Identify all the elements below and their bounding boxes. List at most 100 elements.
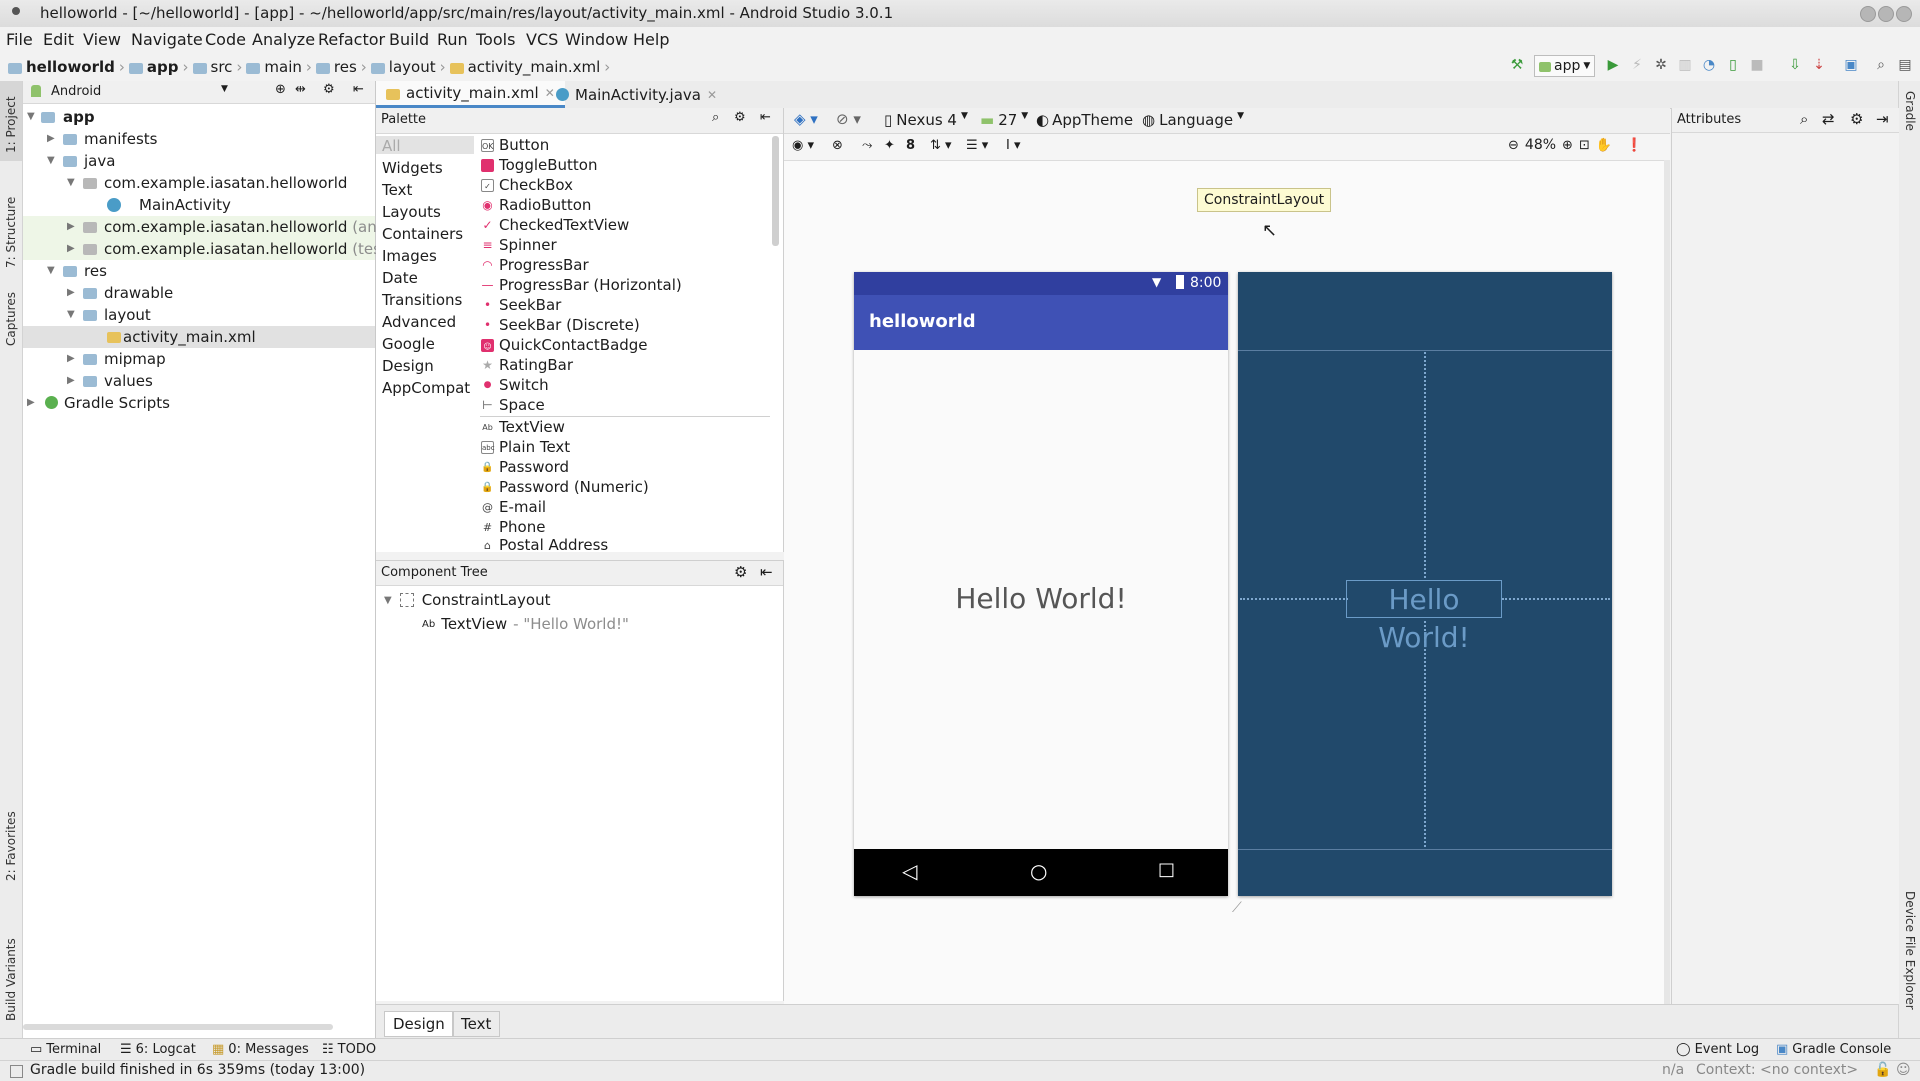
search-icon[interactable]: ⌕ [712,110,719,125]
palette-item-email[interactable]: @ E-mail [481,498,546,516]
settings-gear-icon[interactable]: ⚙ [323,82,335,97]
messages-tool-button[interactable]: ▦ 0: Messages [212,1042,309,1057]
palette-item-seekbar[interactable]: • SeekBar [481,296,561,314]
autoconnect-icon[interactable]: ⊗ [832,138,843,153]
scroll-from-source-icon[interactable]: ⊕ [275,82,286,97]
menu-window[interactable]: Window [565,30,628,49]
palette-item-togglebutton[interactable]: ToggleButton [481,156,597,174]
tree-item-layout[interactable]: ▼ layout [23,304,375,326]
breadcrumb-src[interactable]: src [211,58,233,76]
breadcrumb-project[interactable]: helloworld [26,58,115,76]
palette-category-text[interactable]: Text [382,181,412,199]
api-dropdown[interactable]: ▬ 27 ▼ [980,111,1028,129]
resize-handle-icon[interactable]: ⟋ [1232,900,1242,916]
collapsed-arrow-icon[interactable]: ▶ [47,128,55,150]
collapsed-arrow-icon[interactable]: ▶ [67,282,75,304]
event-log-button[interactable]: ◯ Event Log [1676,1042,1759,1057]
sync-gradle-icon[interactable]: ⇩ [1786,56,1804,74]
tree-node-constraintlayout[interactable]: ▼ ConstraintLayout [384,591,550,609]
constraint-top[interactable] [1424,352,1428,578]
settings-gear-icon[interactable]: ⚙ [734,563,747,581]
breadcrumb-layout[interactable]: layout [389,58,436,76]
expanded-arrow-icon[interactable]: ▼ [47,150,55,172]
apply-changes-icon[interactable]: ⚡ [1628,56,1646,74]
design-surface-icon[interactable]: ◈ ▾ [794,110,818,128]
collapsed-arrow-icon[interactable]: ▶ [67,238,75,260]
breadcrumb-app[interactable]: app [147,58,179,76]
palette-category-appcompat[interactable]: AppCompat [382,379,470,397]
palette-item-switch[interactable]: ● Switch [481,376,549,394]
terminal-tool-button[interactable]: ▭ Terminal [30,1042,101,1057]
hide-panel-icon[interactable]: ⇥ [1876,110,1889,128]
minimize-icon[interactable] [1860,6,1876,22]
debug-icon[interactable]: ✲ [1652,56,1670,74]
constraint-right[interactable] [1502,598,1610,602]
orientation-icon[interactable]: ⊘ ▾ [836,110,861,128]
palette-category-layouts[interactable]: Layouts [382,203,441,221]
collapsed-arrow-icon[interactable]: ▶ [67,216,75,238]
palette-item-plain-text[interactable]: abc Plain Text [481,438,570,456]
hide-panel-icon[interactable]: ⇤ [760,563,773,581]
expanded-arrow-icon[interactable]: ▼ [67,304,75,326]
menu-tools[interactable]: Tools [476,30,515,49]
profile-icon[interactable]: ▥ [1676,56,1694,74]
palette-item-radiobutton[interactable]: ◉ RadioButton [481,196,591,214]
palette-item-ratingbar[interactable]: ★ RatingBar [481,356,573,374]
palette-item-quickcontactbadge[interactable]: ☺ QuickContactBadge [481,336,648,354]
menu-build[interactable]: Build [389,30,429,49]
constraint-left[interactable] [1240,598,1348,602]
menu-file[interactable]: File [6,30,33,49]
language-dropdown[interactable]: ◍ Language ▼ [1142,111,1244,129]
palette-item-space[interactable]: ⊢ Space [481,396,544,414]
status-message[interactable]: Gradle build finished in 6s 359ms (today… [30,1062,365,1078]
collapsed-arrow-icon[interactable]: ▶ [67,370,75,392]
expanded-arrow-icon[interactable]: ▼ [67,172,75,194]
hide-panel-icon[interactable]: ⇤ [353,82,364,97]
blueprint-textview[interactable]: Hello World! [1346,580,1502,654]
tree-item-package-androidtest[interactable]: ▶ com.example.iasatan.helloworld (andro [23,216,401,238]
tree-item-package-test[interactable]: ▶ com.example.iasatan.helloworld (test) [23,238,393,260]
palette-item-password[interactable]: 🔒 Password [481,458,569,476]
show-eye-icon[interactable]: ◉ ▾ [792,138,814,153]
menu-run[interactable]: Run [437,30,468,49]
search-icon[interactable]: ⌕ [1800,110,1808,128]
palette-category-containers[interactable]: Containers [382,225,463,243]
expanded-arrow-icon[interactable]: ▼ [27,106,35,128]
todo-tool-button[interactable]: ☷ TODO [322,1042,376,1057]
view-mode-dropdown-icon[interactable]: ▼ [221,84,228,94]
palette-item-postal-address[interactable]: ⌂ Postal Address [481,538,608,552]
theme-button[interactable]: ◐ AppTheme [1036,111,1133,129]
project-tool-label[interactable]: 1: Project [4,96,18,153]
attach-debugger-icon[interactable]: ◔ [1700,56,1718,74]
project-structure-icon[interactable]: ▣ [1842,56,1860,74]
default-margin-value[interactable]: 8 [906,138,915,153]
palette-item-checkedtextview[interactable]: ✓ CheckedTextView [481,216,629,234]
breadcrumb-res[interactable]: res [334,58,357,76]
captures-tool-label[interactable]: Captures [4,292,18,346]
palette-category-design[interactable]: Design [382,357,434,375]
gradle-tool-label[interactable]: Gradle [1903,91,1917,131]
tree-item-mainactivity[interactable]: MainActivity [23,194,375,216]
tree-item-package[interactable]: ▼ com.example.iasatan.helloworld [23,172,375,194]
menu-edit[interactable]: Edit [43,30,74,49]
phone-preview[interactable]: ▼ 8:00 helloworld Hello World! ◁ ○ □ [854,272,1228,896]
menu-code[interactable]: Code [205,30,246,49]
close-tab-icon[interactable]: ✕ [707,88,717,102]
breadcrumb-file[interactable]: activity_main.xml [468,58,601,76]
gradle-console-button[interactable]: ▣ Gradle Console [1776,1042,1891,1057]
pack-icon[interactable]: ⇅ ▾ [930,138,952,153]
view-mode-label[interactable]: Android [51,84,101,99]
breadcrumb-main[interactable]: main [264,58,301,76]
align-icon[interactable]: ☰ ▾ [966,138,988,153]
settings-gear-icon[interactable]: ⚙ [1850,110,1863,128]
expanded-arrow-icon[interactable]: ▼ [384,595,392,606]
favorites-tool-label[interactable]: 2: Favorites [4,811,18,881]
build-variants-tool-label[interactable]: Build Variants [4,938,18,1021]
palette-category-images[interactable]: Images [382,247,437,265]
palette-item-phone[interactable]: # Phone [481,518,546,536]
tree-node-textview[interactable]: Ab TextView - "Hello World!" [422,615,629,633]
tab-text[interactable]: Text [452,1011,501,1037]
tree-item-app[interactable]: ▼ app [23,106,375,128]
run-config-dropdown[interactable]: app ▼ [1534,55,1596,77]
palette-category-widgets[interactable]: Widgets [382,159,443,177]
